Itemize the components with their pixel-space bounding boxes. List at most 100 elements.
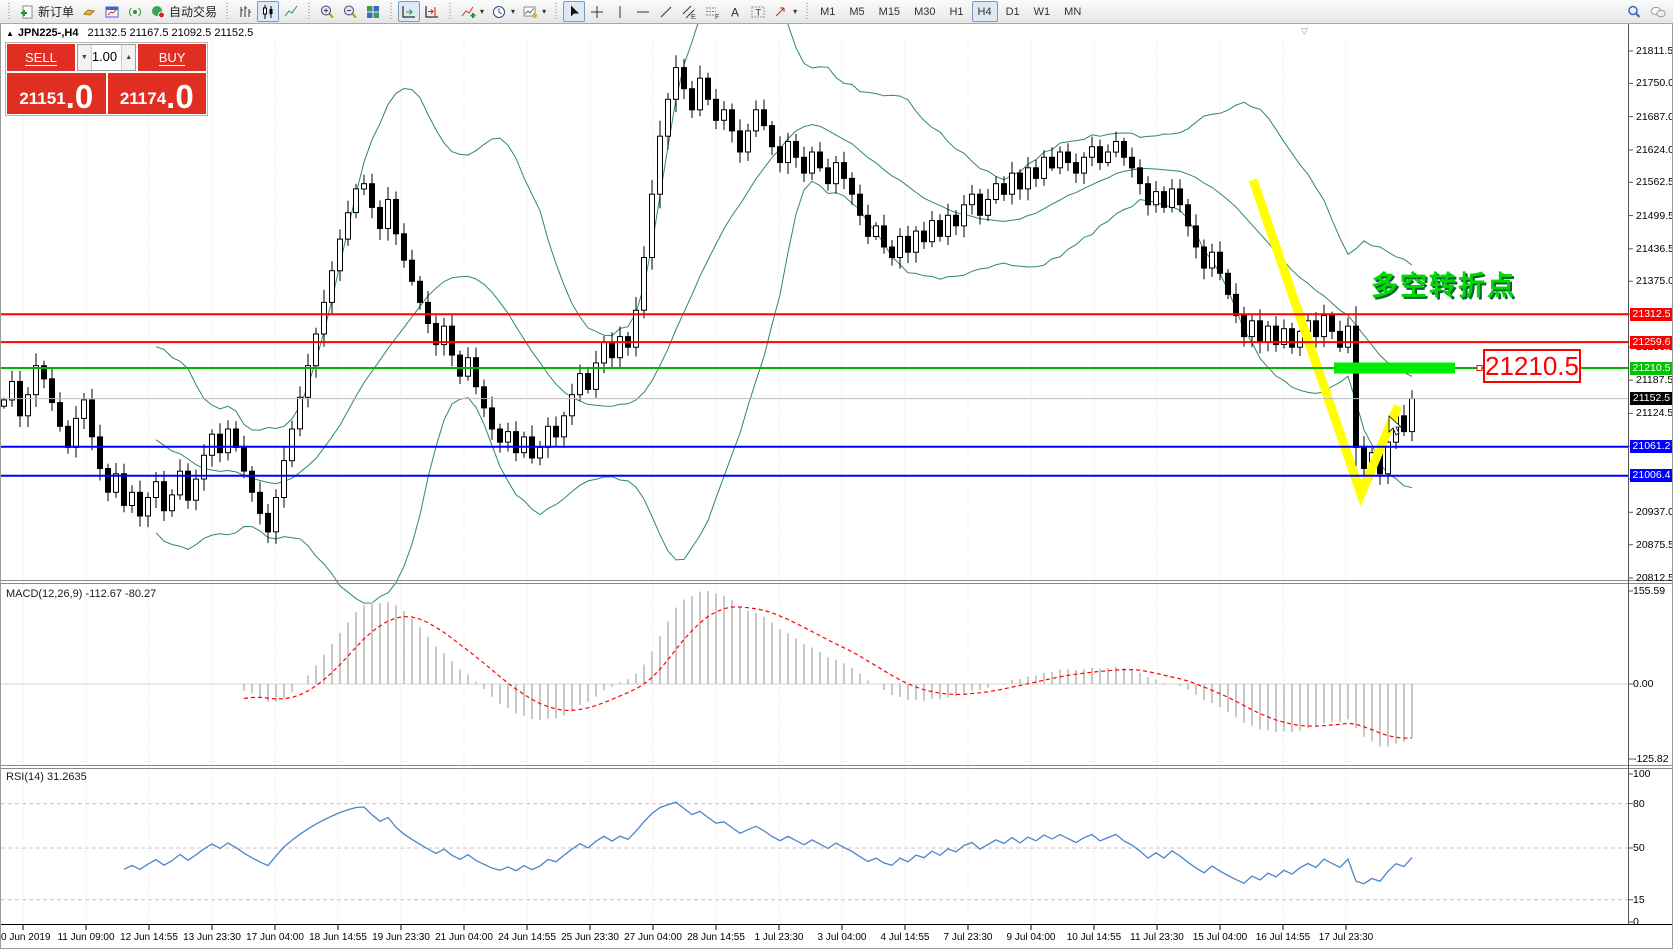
- candle-body: [426, 302, 431, 323]
- candle-body: [210, 434, 215, 455]
- new-order-button[interactable]: 新订单: [16, 1, 77, 22]
- candle-body: [154, 482, 159, 498]
- volume-up-button[interactable]: ▲: [121, 45, 135, 70]
- zoom-in-icon: [319, 4, 335, 20]
- sell-price[interactable]: 21151.0: [7, 73, 106, 114]
- line-chart-button[interactable]: [280, 1, 302, 22]
- candle-body: [698, 78, 703, 110]
- candle-body: [874, 226, 879, 237]
- templates-button[interactable]: ▾: [519, 1, 549, 22]
- chart-shift-button[interactable]: [421, 1, 443, 22]
- timeframe-M5[interactable]: M5: [843, 1, 870, 22]
- candle-body: [962, 205, 967, 226]
- dropdown-caret-icon: ▾: [793, 7, 797, 16]
- candle-body: [986, 200, 991, 216]
- candle-body: [1338, 331, 1343, 347]
- buy-label: BUY: [159, 50, 186, 66]
- auto-trading-label: 自动交易: [169, 3, 217, 20]
- candle-body: [418, 281, 423, 302]
- chat-button[interactable]: [1646, 1, 1670, 22]
- candle-body: [1330, 316, 1335, 332]
- timeframe-H1[interactable]: H1: [943, 1, 969, 22]
- price-tag-21210.5[interactable]: 21210.5: [1630, 362, 1673, 375]
- volume-down-button[interactable]: ▼: [78, 45, 92, 70]
- candle-body: [730, 110, 735, 131]
- macd-axis-label: 0.00: [1633, 678, 1653, 690]
- text-label-tool-button[interactable]: T: [747, 1, 769, 22]
- toolbar-grip[interactable]: [804, 3, 810, 21]
- timeframe-H4[interactable]: H4: [972, 1, 998, 22]
- candle-body: [258, 492, 263, 513]
- search-button[interactable]: [1623, 1, 1645, 22]
- price-tag-21006.4[interactable]: 21006.4: [1630, 469, 1673, 482]
- candle-body: [386, 200, 391, 229]
- volume-input[interactable]: 1.00: [92, 45, 121, 70]
- timeframe-M15[interactable]: M15: [873, 1, 906, 22]
- candle-body: [850, 178, 855, 194]
- bar-chart-button[interactable]: [234, 1, 256, 22]
- templates-icon: [522, 4, 538, 20]
- toolbar-grip[interactable]: [224, 3, 230, 21]
- auto-trading-button[interactable]: 自动交易: [147, 1, 220, 22]
- turning-point-annotation[interactable]: 多空转折点: [1371, 264, 1516, 303]
- chat-icon: [1649, 4, 1667, 20]
- price-tag-21061.2[interactable]: 21061.2: [1630, 440, 1673, 453]
- candle-body: [618, 337, 623, 358]
- price-tag-21312.5[interactable]: 21312.5: [1630, 308, 1673, 321]
- buy-price[interactable]: 21174.0: [108, 73, 207, 114]
- chart-canvas[interactable]: [1, 24, 1673, 949]
- candle-body: [1042, 157, 1047, 178]
- candlestick-chart-button[interactable]: [257, 1, 279, 22]
- chart-area: ▲JPN225-,H4 21132.5 21167.5 21092.5 2115…: [0, 24, 1673, 949]
- timeframe-M1[interactable]: M1: [814, 1, 841, 22]
- timeframe-MN[interactable]: MN: [1058, 1, 1087, 22]
- price-tag-21152.5[interactable]: 21152.5: [1630, 392, 1673, 405]
- toolbar-grip[interactable]: [447, 3, 453, 21]
- arrows-tool-button[interactable]: ▾: [770, 1, 800, 22]
- timeframe-D1[interactable]: D1: [1000, 1, 1026, 22]
- price-callout-box[interactable]: 21210.5: [1483, 349, 1581, 383]
- chart-shift-marker[interactable]: ▽: [1301, 26, 1308, 37]
- symbol-title: ▲JPN225-,H4 21132.5 21167.5 21092.5 2115…: [6, 27, 253, 39]
- toolbar-grip[interactable]: [306, 3, 312, 21]
- collapse-marker-icon[interactable]: ▲: [6, 29, 14, 38]
- market-depth-button[interactable]: [78, 1, 100, 22]
- vertical-line-tool-button[interactable]: [609, 1, 631, 22]
- candle-body: [2, 400, 7, 406]
- signal-button[interactable]: [124, 1, 146, 22]
- chart-window-button[interactable]: [101, 1, 123, 22]
- zoom-out-button[interactable]: [339, 1, 361, 22]
- fibonacci-tool-button[interactable]: F: [701, 1, 723, 22]
- macd-signal-value: -80.27: [125, 588, 156, 600]
- candle-body: [162, 482, 167, 511]
- periods-button[interactable]: ▾: [488, 1, 518, 22]
- candle-body: [818, 152, 823, 168]
- candle-body: [954, 215, 959, 226]
- callout-anchor-handle: [1477, 366, 1482, 371]
- equidistant-channel-icon: E: [681, 4, 697, 20]
- horizontal-line-tool-button[interactable]: [632, 1, 654, 22]
- auto-scroll-button[interactable]: [398, 1, 420, 22]
- pivot-highlight-bar[interactable]: [1334, 363, 1455, 374]
- timeframe-W1[interactable]: W1: [1028, 1, 1057, 22]
- text-icon: A: [727, 4, 743, 20]
- cursor-tool-button[interactable]: [563, 1, 585, 22]
- channel-tool-button[interactable]: E: [678, 1, 700, 22]
- buy-button[interactable]: BUY: [138, 44, 206, 71]
- toolbar-grip[interactable]: [388, 3, 394, 21]
- candle-body: [754, 110, 759, 131]
- toolbar-grip[interactable]: [553, 3, 559, 21]
- candle-body: [1402, 416, 1407, 432]
- indicators-button[interactable]: ▾: [457, 1, 487, 22]
- tile-windows-button[interactable]: [362, 1, 384, 22]
- toolbar-grip[interactable]: [6, 3, 12, 21]
- sell-button[interactable]: SELL: [7, 44, 75, 71]
- crosshair-tool-button[interactable]: [586, 1, 608, 22]
- price-tick-label: 21750.0: [1636, 77, 1673, 89]
- price-tag-21259.6[interactable]: 21259.6: [1630, 336, 1673, 349]
- candle-body: [26, 395, 31, 416]
- text-tool-button[interactable]: A: [724, 1, 746, 22]
- trendline-tool-button[interactable]: [655, 1, 677, 22]
- timeframe-M30[interactable]: M30: [908, 1, 941, 22]
- zoom-in-button[interactable]: [316, 1, 338, 22]
